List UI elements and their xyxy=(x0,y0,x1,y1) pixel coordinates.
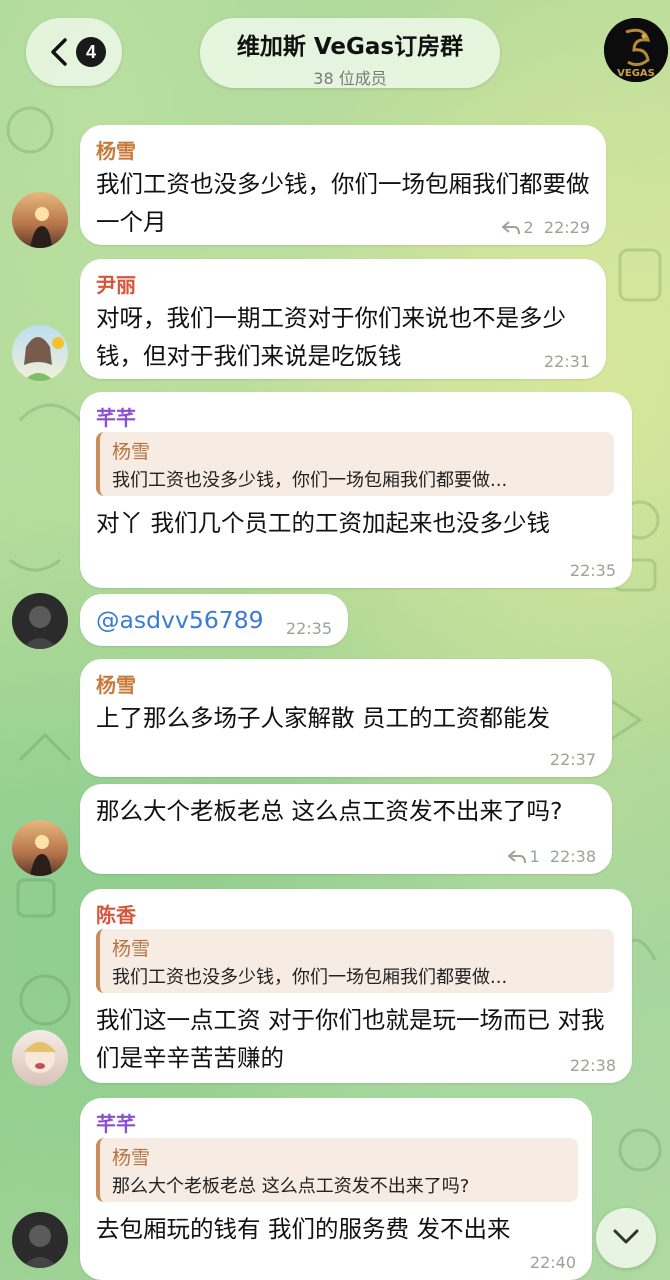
dark-portrait-icon xyxy=(22,1225,58,1268)
message-time: 22:37 xyxy=(549,750,596,769)
group-title: 维加斯 VeGas订房群 xyxy=(236,34,464,60)
sender-name[interactable]: 芊芊 xyxy=(96,402,136,431)
sender-name[interactable]: 陈香 xyxy=(96,899,136,928)
message-time: 22:38 xyxy=(569,1056,616,1075)
message-time: 22:29 xyxy=(543,218,590,237)
dragon-logo-icon: VEGAS xyxy=(604,18,668,82)
message-time: 22:38 xyxy=(549,847,596,866)
message-text: 我们这一点工资 对于你们也就是玩一场而已 对我们是辛辛苦苦赚的 xyxy=(96,1006,605,1072)
message-text: 对呀，我们一期工资对于你们来说也不是多少钱，但对于我们来说是吃饭钱 xyxy=(96,304,566,370)
message-text: 那么大个老板老总 这么点工资发不出来了吗? xyxy=(96,797,563,825)
reply-count: 2 xyxy=(523,218,534,237)
svg-text:VEGAS: VEGAS xyxy=(617,68,655,79)
avatar-yangxue-2[interactable] xyxy=(12,820,68,876)
chevron-down-icon xyxy=(613,1229,639,1244)
message-time: 22:40 xyxy=(529,1253,576,1272)
dark-portrait-icon xyxy=(22,606,58,649)
avatar-yangxue[interactable] xyxy=(12,192,68,248)
quote-sender: 杨雪 xyxy=(112,441,151,463)
silhouette-sunset-icon xyxy=(30,835,52,876)
message-bubble[interactable]: 杨雪 上了那么多场子人家解散 员工的工资都能发 22:37 xyxy=(80,659,612,777)
quote-text: 我们工资也没多少钱，你们一场包厢我们都要做... xyxy=(112,470,508,491)
back-button[interactable]: 4 xyxy=(26,18,122,86)
sender-name[interactable]: 芊芊 xyxy=(96,1108,136,1137)
message-text: 去包厢玩的钱有 我们的服务费 发不出来 xyxy=(96,1215,511,1243)
mention-link[interactable]: @asdvv56789 xyxy=(96,601,264,639)
message-bubble[interactable]: @asdvv56789 22:35 xyxy=(80,594,348,646)
sender-name[interactable]: 杨雪 xyxy=(96,135,136,164)
sender-name[interactable]: 尹丽 xyxy=(96,269,136,298)
message-bubble[interactable]: 那么大个老板老总 这么点工资发不出来了吗? 1 22:38 xyxy=(80,784,612,874)
quoted-message[interactable]: 杨雪 那么大个老板老总 这么点工资发不出来了吗? xyxy=(96,1138,578,1202)
member-count: 38 位成员 xyxy=(313,69,387,88)
quoted-message[interactable]: 杨雪 我们工资也没多少钱，你们一场包厢我们都要做... xyxy=(96,432,614,496)
silhouette-sunset-icon xyxy=(30,207,52,248)
avatar-qianqian-dark[interactable] xyxy=(12,593,68,649)
scroll-to-bottom-button[interactable] xyxy=(596,1208,656,1268)
message-time: 22:31 xyxy=(543,352,590,371)
message-bubble[interactable]: 杨雪 我们工资也没多少钱，你们一场包厢我们都要做一个月 2 22:29 xyxy=(80,125,606,245)
message-meta: 1 22:38 xyxy=(507,847,596,866)
anime-girl-icon xyxy=(24,337,64,381)
message-bubble[interactable]: 芊芊 杨雪 那么大个老板老总 这么点工资发不出来了吗? 去包厢玩的钱有 我们的服… xyxy=(80,1098,592,1280)
sender-name[interactable]: 杨雪 xyxy=(96,669,136,698)
message-time: 22:35 xyxy=(285,619,332,638)
message-bubble[interactable]: 芊芊 杨雪 我们工资也没多少钱，你们一场包厢我们都要做... 对丫 我们几个员工… xyxy=(80,392,632,588)
chat-header: 4 维加斯 VeGas订房群 38 位成员 VEGAS xyxy=(0,0,670,100)
avatar-chenxiang[interactable] xyxy=(12,1030,68,1086)
message-bubble[interactable]: 尹丽 对呀，我们一期工资对于你们来说也不是多少钱，但对于我们来说是吃饭钱 22:… xyxy=(80,259,606,379)
avatar-qianqian-2[interactable] xyxy=(12,1212,68,1268)
quote-text: 我们工资也没多少钱，你们一场包厢我们都要做... xyxy=(112,967,508,988)
group-avatar[interactable]: VEGAS xyxy=(604,18,668,82)
avatar-yinli[interactable] xyxy=(12,325,68,381)
message-meta: 2 22:29 xyxy=(501,218,590,237)
quote-sender: 杨雪 xyxy=(112,938,151,960)
reply-arrow-icon xyxy=(501,221,520,235)
unread-badge: 4 xyxy=(76,37,106,67)
quote-sender: 杨雪 xyxy=(112,1147,151,1169)
chevron-left-icon xyxy=(51,38,67,66)
quote-text: 那么大个老板老总 这么点工资发不出来了吗? xyxy=(112,1176,470,1197)
quoted-message[interactable]: 杨雪 我们工资也没多少钱，你们一场包厢我们都要做... xyxy=(96,929,614,993)
reply-arrow-icon xyxy=(507,850,526,864)
message-time: 22:35 xyxy=(569,561,616,580)
group-info-button[interactable]: 维加斯 VeGas订房群 38 位成员 xyxy=(200,18,500,88)
message-text: 上了那么多场子人家解散 员工的工资都能发 xyxy=(96,704,550,732)
message-text: 对丫 我们几个员工的工资加起来也没多少钱 xyxy=(96,509,550,537)
message-bubble[interactable]: 陈香 杨雪 我们工资也没多少钱，你们一场包厢我们都要做... 我们这一点工资 对… xyxy=(80,889,632,1083)
baby-portrait-icon xyxy=(24,1042,56,1073)
reply-count: 1 xyxy=(529,847,540,866)
